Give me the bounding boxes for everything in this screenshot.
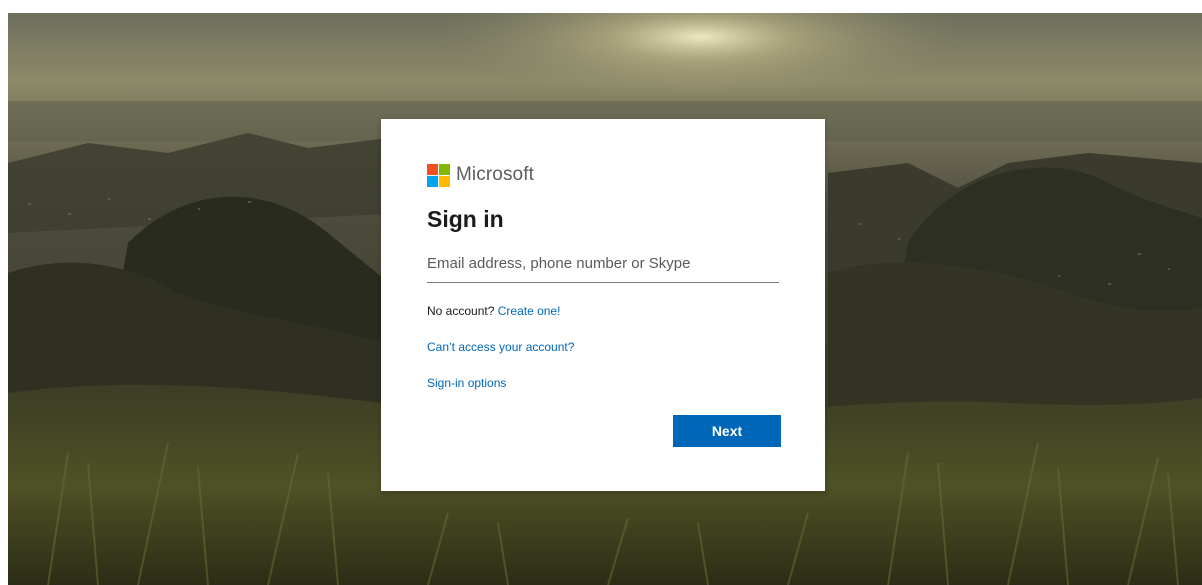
logo-square-yellow xyxy=(439,175,450,187)
logo-square-green xyxy=(439,163,450,175)
page-title: Sign in xyxy=(427,206,504,232)
logo-square-red xyxy=(427,163,438,175)
email-field-wrap xyxy=(427,251,779,283)
logo-square-blue xyxy=(427,175,438,187)
background-landscape: Microsoft Sign in No account? Create one… xyxy=(8,13,1202,585)
next-button[interactable]: Next xyxy=(673,415,781,447)
cant-access-link[interactable]: Can’t access your account? xyxy=(427,340,574,354)
signin-options-row: Sign-in options xyxy=(427,375,781,391)
no-account-row: No account? Create one! xyxy=(427,303,781,319)
signin-card: Microsoft Sign in No account? Create one… xyxy=(381,119,825,491)
cant-access-row: Can’t access your account? xyxy=(427,339,781,355)
email-input[interactable] xyxy=(427,251,779,283)
microsoft-logo-icon xyxy=(427,163,450,187)
no-account-text: No account? xyxy=(427,304,495,318)
brand-name: Microsoft xyxy=(456,164,534,185)
signin-options-link[interactable]: Sign-in options xyxy=(427,376,506,390)
brand-header: Microsoft xyxy=(427,163,781,187)
actions: Next xyxy=(673,415,781,447)
create-account-link[interactable]: Create one! xyxy=(498,304,561,318)
